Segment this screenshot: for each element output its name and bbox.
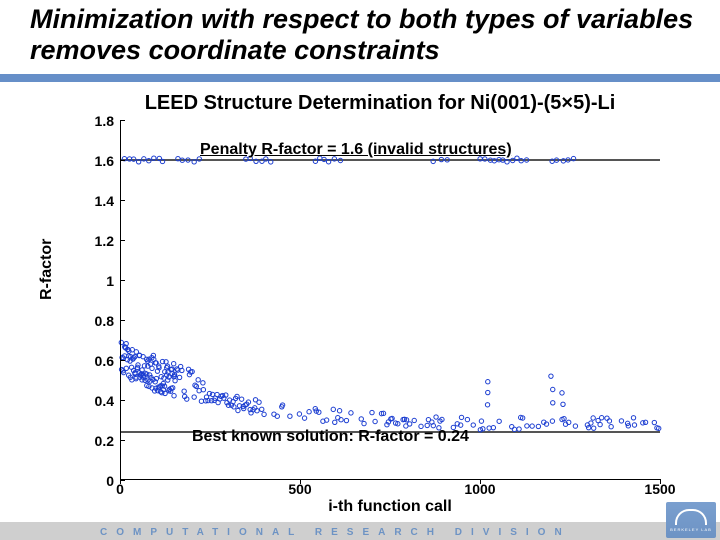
y-tick <box>120 440 125 441</box>
y-tick-label: 1.2 <box>95 234 114 248</box>
y-tick <box>120 200 125 201</box>
x-axis-label: i-th function call <box>120 498 660 516</box>
x-tick-label: 500 <box>288 482 311 496</box>
y-tick <box>120 240 125 241</box>
y-tick-label: 1 <box>106 274 114 288</box>
y-tick <box>120 160 125 161</box>
x-tick-label: 0 <box>116 482 124 496</box>
slide-title: Minimization with respect to both types … <box>30 4 700 66</box>
chart-title: LEED Structure Determination for Ni(001)… <box>80 92 680 115</box>
x-tick-label: 1000 <box>464 482 495 496</box>
annotation-best: Best known solution: R-factor = 0.24 <box>192 428 469 446</box>
x-tick <box>300 479 301 484</box>
y-tick-label: 1.8 <box>95 114 114 128</box>
x-tick-label: 1500 <box>644 482 675 496</box>
y-tick-label: 0.4 <box>95 394 114 408</box>
y-tick-label: 0.2 <box>95 434 114 448</box>
annotation-penalty: Penalty R-factor = 1.6 (invalid structur… <box>200 141 512 159</box>
y-tick-label: 1.6 <box>95 154 114 168</box>
title-underline <box>0 74 720 82</box>
y-tick <box>120 360 125 361</box>
footer-text: COMPUTATIONAL RESEARCH DIVISION <box>100 527 600 538</box>
slide: Minimization with respect to both types … <box>0 0 720 540</box>
y-tick-label: 1.4 <box>95 194 114 208</box>
y-tick-label: 0 <box>106 474 114 488</box>
lab-logo-arc-icon <box>675 509 707 525</box>
lab-logo: BERKELEY LAB <box>666 502 716 538</box>
x-tick <box>480 479 481 484</box>
x-tick <box>120 479 121 484</box>
lab-logo-label: BERKELEY LAB <box>670 527 712 532</box>
y-tick <box>120 400 125 401</box>
y-axis-label: R-factor <box>38 239 56 300</box>
y-tick-label: 0.8 <box>95 314 114 328</box>
y-tick-label: 0.6 <box>95 354 114 368</box>
y-tick <box>120 120 125 121</box>
y-tick <box>120 320 125 321</box>
y-tick <box>120 280 125 281</box>
plot-axes <box>120 120 660 480</box>
x-tick <box>660 479 661 484</box>
